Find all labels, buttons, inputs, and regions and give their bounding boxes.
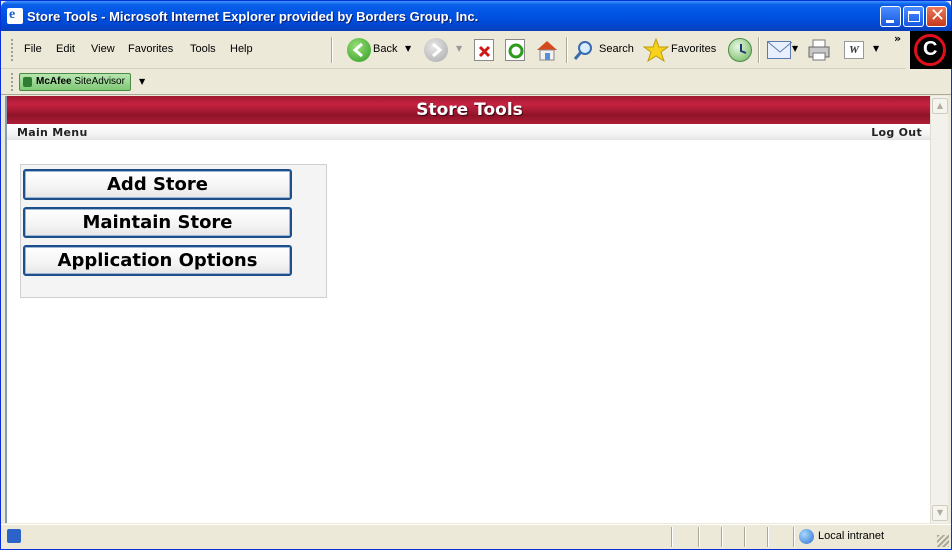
mail-icon[interactable] <box>767 41 793 59</box>
search-icon[interactable] <box>572 38 596 62</box>
menu-help[interactable]: Help <box>230 43 253 55</box>
forward-dropdown-icon[interactable]: ▼ <box>456 44 462 53</box>
page-title: Store Tools <box>416 100 523 120</box>
mail-dropdown-icon[interactable]: ▼ <box>792 44 798 53</box>
word-icon[interactable]: W <box>844 41 864 59</box>
security-zone-text: Local intranet <box>818 530 885 542</box>
favorites-star-icon[interactable] <box>642 37 670 63</box>
favorites-button-label[interactable]: Favorites <box>671 43 716 55</box>
browser-window: e Store Tools - Microsoft Internet Explo… <box>0 0 952 550</box>
title-bar: e Store Tools - Microsoft Internet Explo… <box>1 1 951 31</box>
page-viewport: Store Tools Main Menu Log Out Add Store … <box>5 96 930 523</box>
status-divider <box>744 527 746 547</box>
page-banner: Store Tools <box>7 96 930 124</box>
back-dropdown-icon[interactable]: ▼ <box>405 44 411 53</box>
menu-favorites[interactable]: Favorites <box>128 43 173 55</box>
close-button[interactable]: ✕ <box>926 5 947 27</box>
home-icon[interactable] <box>535 38 559 62</box>
application-options-button[interactable]: Application Options <box>23 245 292 276</box>
word-dropdown-icon[interactable]: ▼ <box>873 44 879 53</box>
status-divider <box>698 527 700 547</box>
menu-grip[interactable] <box>11 39 14 61</box>
status-divider <box>721 527 723 547</box>
close-icon: ✕ <box>930 5 946 26</box>
main-menu-link[interactable]: Main Menu <box>17 126 88 139</box>
brand-c-icon: C <box>914 34 946 66</box>
mcafee-brand: McAfee <box>36 76 72 87</box>
print-icon[interactable] <box>807 39 831 61</box>
status-divider <box>767 527 769 547</box>
links-bar: McAfee SiteAdvisor ▼ <box>1 70 951 95</box>
mcafee-dropdown-icon[interactable]: ▼ <box>139 77 145 86</box>
menu-tools[interactable]: Tools <box>190 43 216 55</box>
menu-edit[interactable]: Edit <box>56 43 75 55</box>
maintain-store-button[interactable]: Maintain Store <box>23 207 292 238</box>
toolbar-separator <box>566 37 568 63</box>
forward-icon[interactable] <box>424 38 448 62</box>
status-divider <box>671 527 673 547</box>
minimize-button[interactable] <box>880 6 901 27</box>
ie-page-icon[interactable]: e <box>7 7 23 24</box>
toolbar-separator <box>331 37 333 63</box>
globe-icon <box>799 529 814 544</box>
back-button-label[interactable]: Back <box>373 43 397 55</box>
lock-icon <box>23 77 32 87</box>
page-status-icon <box>7 529 21 543</box>
refresh-icon[interactable] <box>505 39 525 61</box>
menu-toolbar-row: File Edit View Favorites Tools Help Back… <box>1 31 906 69</box>
toolbar-more-chevron[interactable]: » <box>894 32 901 45</box>
add-store-button[interactable]: Add Store <box>23 169 292 200</box>
links-grip[interactable] <box>11 73 14 91</box>
stop-icon[interactable] <box>474 39 494 61</box>
mcafee-siteadvisor-button[interactable]: McAfee SiteAdvisor <box>19 73 131 91</box>
search-button-label[interactable]: Search <box>599 43 634 55</box>
menu-file[interactable]: File <box>24 43 42 55</box>
page-nav-row: Main Menu Log Out <box>7 124 930 140</box>
status-divider <box>793 527 795 547</box>
status-bar: Local intranet <box>1 524 951 549</box>
window-title: Store Tools - Microsoft Internet Explore… <box>27 9 479 24</box>
toolbar-separator <box>758 37 760 63</box>
back-icon[interactable] <box>347 38 371 62</box>
mcafee-product: SiteAdvisor <box>74 76 125 87</box>
maximize-button[interactable] <box>903 6 924 27</box>
log-out-link[interactable]: Log Out <box>871 126 922 139</box>
resize-grip[interactable] <box>937 535 949 547</box>
history-icon[interactable] <box>728 38 752 62</box>
scroll-up-icon[interactable]: ▲ <box>932 98 948 114</box>
vertical-scrollbar[interactable]: ▲ ▼ <box>930 96 948 523</box>
menu-view[interactable]: View <box>91 43 115 55</box>
scroll-down-icon[interactable]: ▼ <box>932 505 948 521</box>
brand-throbber: C <box>910 31 952 69</box>
